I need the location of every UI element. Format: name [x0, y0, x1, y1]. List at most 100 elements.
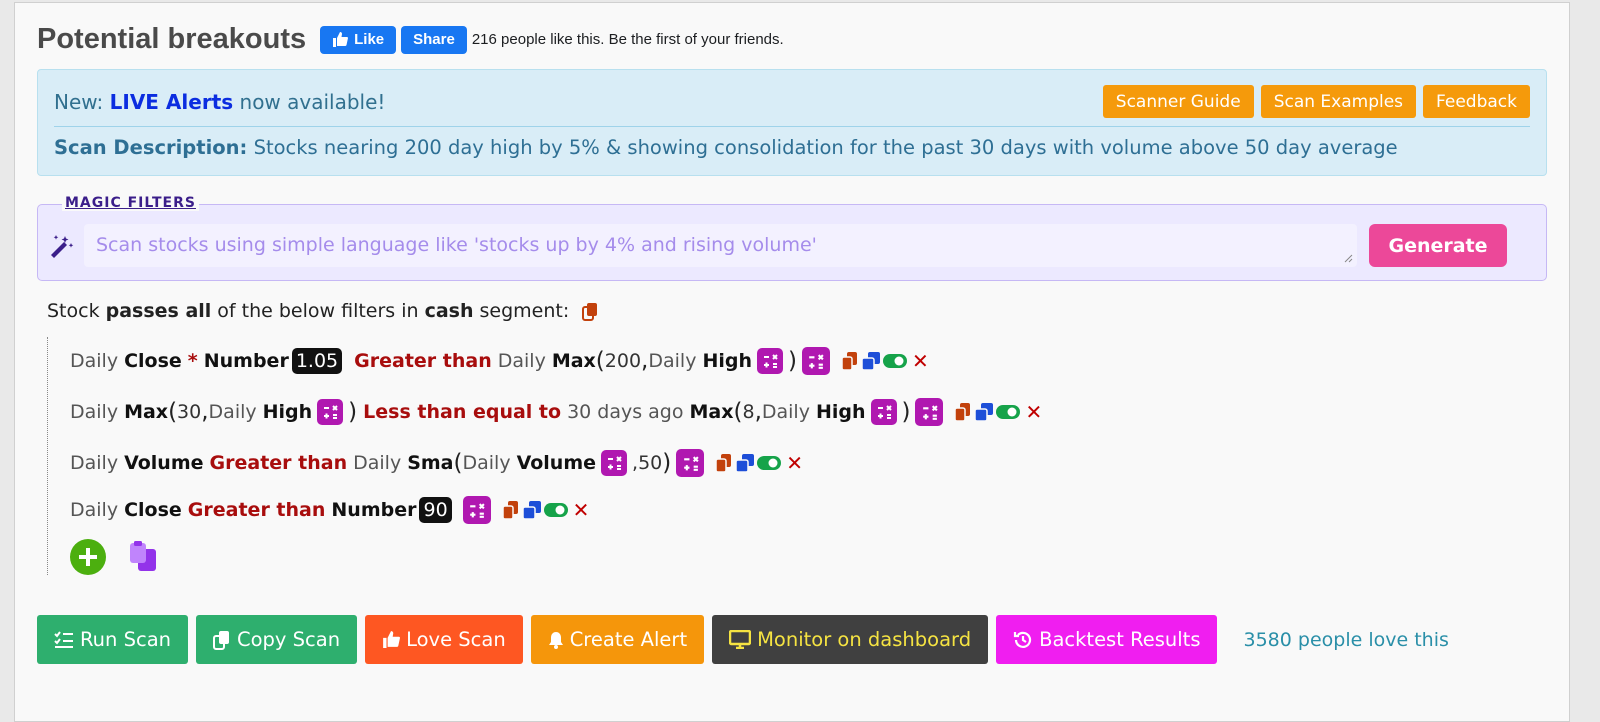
number-label[interactable]: Number [331, 499, 416, 521]
duplicate-icon[interactable] [521, 500, 542, 520]
field-dropdown[interactable]: Close [124, 350, 182, 372]
facebook-share-button[interactable]: Share [401, 25, 467, 54]
function-dropdown[interactable]: Max [124, 401, 168, 423]
calculator-icon[interactable] [317, 399, 344, 425]
timeframe-dropdown[interactable]: Daily [648, 350, 696, 372]
toggle-icon[interactable] [996, 404, 1021, 420]
field-dropdown[interactable]: High [816, 401, 866, 423]
function-argument[interactable]: 200 [605, 350, 641, 372]
toggle-icon[interactable] [882, 353, 907, 369]
duplicate-icon[interactable] [735, 453, 755, 473]
run-scan-button[interactable]: Run Scan [37, 615, 188, 664]
timeframe-dropdown[interactable]: Daily [70, 452, 118, 474]
calculator-icon[interactable] [870, 399, 897, 425]
delete-icon[interactable]: ✕ [786, 451, 803, 475]
magic-search-input[interactable]: Scan stocks using simple language like '… [84, 224, 1357, 267]
duplicate-icon[interactable] [974, 402, 994, 422]
segment-dropdown[interactable]: cash [425, 300, 474, 322]
open-paren: ( [733, 399, 743, 425]
share-label: Share [413, 31, 455, 48]
timeframe-dropdown[interactable]: Daily [70, 401, 118, 423]
paste-filter-icon[interactable] [128, 541, 158, 573]
function-argument[interactable]: 8 [742, 401, 754, 423]
calculator-icon[interactable] [676, 449, 705, 477]
multiply-operator[interactable]: * [188, 350, 198, 372]
pass-suffix: segment: [479, 300, 570, 322]
timeframe-dropdown[interactable]: Daily [209, 401, 257, 423]
calculator-icon[interactable] [462, 496, 491, 524]
timeframe-dropdown[interactable]: Daily [70, 350, 118, 372]
calculator-icon[interactable] [756, 348, 783, 374]
copy-icon [213, 630, 229, 650]
timeframe-dropdown[interactable]: Daily [762, 401, 810, 423]
calculator-icon[interactable] [801, 347, 830, 375]
create-alert-button[interactable]: Create Alert [530, 615, 705, 664]
function-dropdown[interactable]: Max [552, 350, 596, 372]
function-dropdown[interactable]: Max [690, 401, 734, 423]
monitor-icon [729, 630, 752, 649]
field-dropdown[interactable]: Volume [517, 452, 596, 474]
copy-scan-button[interactable]: Copy Scan [196, 615, 358, 664]
love-scan-button[interactable]: Love Scan [365, 615, 523, 664]
facebook-like-button[interactable]: Like [320, 25, 397, 54]
open-paren: ( [595, 348, 605, 374]
duplicate-icon[interactable] [861, 351, 881, 371]
number-value[interactable]: 1.05 [291, 348, 343, 374]
checklist-icon [54, 630, 73, 648]
timeframe-dropdown[interactable]: Daily [463, 452, 511, 474]
backtest-results-label: Backtest Results [1039, 628, 1201, 651]
function-argument[interactable]: ,50 [632, 452, 662, 474]
calculator-icon[interactable] [601, 450, 628, 476]
create-alert-label: Create Alert [569, 628, 688, 651]
bell-icon [548, 631, 563, 649]
live-alerts-link[interactable]: LIVE Alerts [110, 90, 234, 114]
timeframe-dropdown[interactable]: Daily [353, 452, 401, 474]
function-dropdown[interactable]: Sma [407, 452, 453, 474]
comparison-operator[interactable]: Greater than [188, 499, 326, 521]
function-argument[interactable]: 30 [177, 401, 201, 423]
resize-grip-icon[interactable] [1343, 253, 1353, 263]
action-bar: Run Scan Copy Scan Love Scan Create Aler… [37, 615, 1449, 664]
copy-icon[interactable] [501, 500, 520, 520]
comparison-operator[interactable]: Greater than [210, 452, 348, 474]
backtest-results-button[interactable]: Backtest Results [996, 615, 1218, 664]
comparison-operator[interactable]: Greater than [354, 350, 492, 372]
copy-icon[interactable] [954, 402, 972, 422]
row-tools: ✕ [501, 498, 590, 522]
offset-dropdown[interactable]: 30 days ago [567, 401, 683, 423]
generate-button[interactable]: Generate [1369, 224, 1507, 267]
toggle-icon[interactable] [757, 455, 782, 471]
scan-description-label: Scan Description: [54, 136, 248, 159]
scan-examples-button[interactable]: Scan Examples [1260, 85, 1417, 118]
copy-icon[interactable] [841, 351, 859, 371]
page: Potential breakouts Like Share 216 peopl… [14, 2, 1570, 722]
new-suffix: now available! [239, 90, 386, 114]
timeframe-dropdown[interactable]: Daily [70, 499, 118, 521]
delete-icon[interactable]: ✕ [912, 349, 929, 373]
delete-icon[interactable]: ✕ [1025, 400, 1042, 424]
monitor-dashboard-button[interactable]: Monitor on dashboard [712, 615, 989, 664]
number-value[interactable]: 90 [419, 497, 452, 523]
scanner-guide-button[interactable]: Scanner Guide [1102, 85, 1254, 118]
delete-icon[interactable]: ✕ [573, 498, 590, 522]
filter-list: Daily Close * Number 1.05 Greater than D… [47, 337, 1247, 575]
copy-icon[interactable] [715, 453, 733, 473]
field-dropdown[interactable]: Close [124, 499, 182, 521]
row-tools: ✕ [841, 349, 929, 373]
field-dropdown[interactable]: Volume [124, 452, 203, 474]
close-paren: ) [348, 399, 358, 425]
field-dropdown[interactable]: High [263, 401, 313, 423]
add-filter-icon[interactable] [70, 539, 106, 575]
scan-description: Scan Description: Stocks nearing 200 day… [54, 136, 1398, 159]
feedback-button[interactable]: Feedback [1423, 85, 1530, 118]
calculator-icon[interactable] [915, 398, 944, 426]
toggle-icon[interactable] [543, 502, 568, 518]
copy-filters-icon[interactable] [579, 300, 601, 322]
timeframe-dropdown[interactable]: Daily [498, 350, 546, 372]
pass-mode-dropdown[interactable]: passes all [106, 300, 212, 322]
field-dropdown[interactable]: High [702, 350, 752, 372]
filter-row: Daily Max ( 30 , Daily High ) Less than … [70, 398, 1042, 426]
comparison-operator[interactable]: Less than equal to [363, 401, 561, 423]
number-label[interactable]: Number [204, 350, 289, 372]
close-paren: ) [901, 399, 911, 425]
